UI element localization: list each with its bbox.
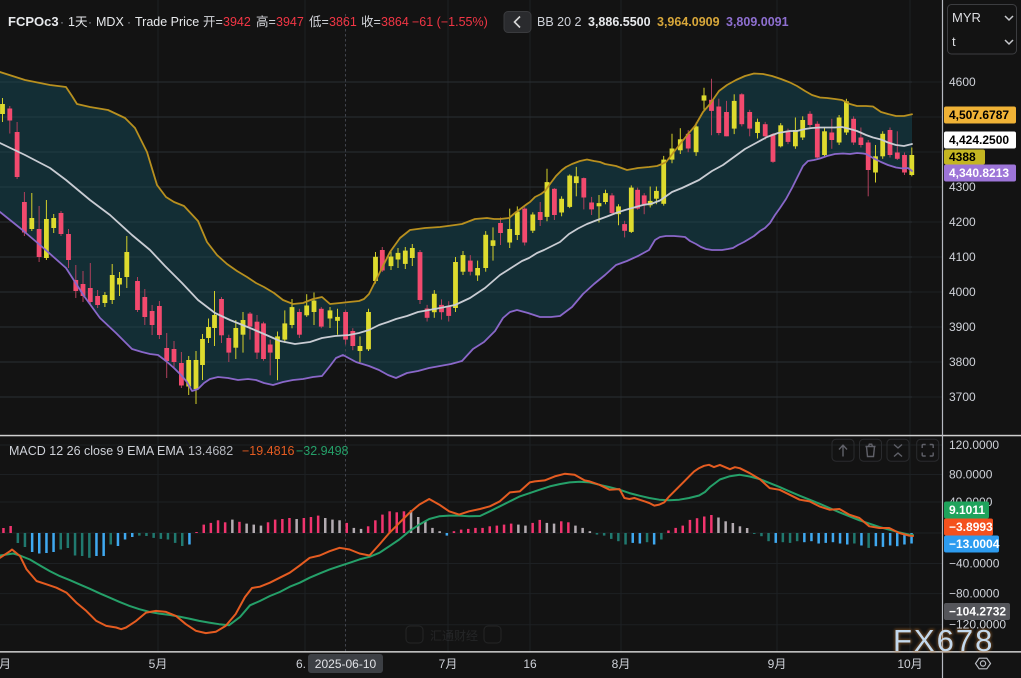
svg-text:120.0000: 120.0000 xyxy=(949,438,999,452)
svg-text:3800: 3800 xyxy=(949,355,976,369)
svg-text:t: t xyxy=(952,34,956,49)
svg-text:高=: 高= xyxy=(256,14,276,29)
svg-text:MACD 12 26 close 9 EMA EMA: MACD 12 26 close 9 EMA EMA xyxy=(9,444,185,458)
svg-text:−104.2732: −104.2732 xyxy=(949,605,1006,619)
svg-text:1天: 1天 xyxy=(68,15,88,29)
svg-text:5月: 5月 xyxy=(149,657,168,671)
svg-text:3864: 3864 xyxy=(381,15,409,29)
svg-text:9月: 9月 xyxy=(768,657,787,671)
svg-text:4200: 4200 xyxy=(949,215,976,229)
svg-text:3942: 3942 xyxy=(223,15,251,29)
svg-text:−32.9498: −32.9498 xyxy=(296,444,349,458)
svg-text:·: · xyxy=(60,15,64,29)
svg-text:4100: 4100 xyxy=(949,250,976,264)
svg-text:3947: 3947 xyxy=(276,15,304,29)
svg-text:9.1011: 9.1011 xyxy=(949,503,985,517)
svg-text:4,507.6787: 4,507.6787 xyxy=(949,108,1009,122)
svg-text:收=: 收= xyxy=(361,15,381,29)
svg-text:−13.0004: −13.0004 xyxy=(949,537,1000,551)
svg-text:6.: 6. xyxy=(296,657,306,671)
svg-text:−80.0000: −80.0000 xyxy=(949,587,1000,601)
svg-text:−61 (−1.55%): −61 (−1.55%) xyxy=(412,15,488,29)
svg-text:MYR: MYR xyxy=(952,10,981,25)
svg-text:·: · xyxy=(88,15,92,29)
svg-text:3,809.0091: 3,809.0091 xyxy=(726,15,789,29)
svg-text:4600: 4600 xyxy=(949,75,976,89)
svg-text:3,964.0909: 3,964.0909 xyxy=(657,15,720,29)
svg-text:80.0000: 80.0000 xyxy=(949,468,993,482)
svg-text:汇通财经: 汇通财经 xyxy=(430,629,478,643)
svg-text:·: · xyxy=(127,15,131,29)
svg-text:10月: 10月 xyxy=(897,657,922,671)
svg-text:−3.8993: −3.8993 xyxy=(949,520,993,534)
svg-text:−40.0000: −40.0000 xyxy=(949,557,1000,571)
svg-text:FCPOc3: FCPOc3 xyxy=(8,14,59,29)
svg-text:BB 20 2: BB 20 2 xyxy=(537,15,582,29)
svg-text:3900: 3900 xyxy=(949,320,976,334)
svg-text:3700: 3700 xyxy=(949,390,976,404)
svg-text:13.4682: 13.4682 xyxy=(188,444,233,458)
svg-text:16: 16 xyxy=(523,657,537,671)
svg-text:−19.4816: −19.4816 xyxy=(242,444,295,458)
svg-text:MDX: MDX xyxy=(96,15,124,29)
svg-text:3861: 3861 xyxy=(329,15,357,29)
svg-text:Trade Price: Trade Price xyxy=(135,15,199,29)
svg-text:4,424.2500: 4,424.2500 xyxy=(949,133,1009,147)
svg-text:4000: 4000 xyxy=(949,285,976,299)
svg-text:8月: 8月 xyxy=(612,657,631,671)
svg-text:7月: 7月 xyxy=(439,657,458,671)
svg-text:开=: 开= xyxy=(203,15,223,29)
svg-text:月: 月 xyxy=(0,657,11,671)
svg-text:4,340.8213: 4,340.8213 xyxy=(949,166,1009,180)
svg-text:4300: 4300 xyxy=(949,180,976,194)
svg-text:2025-06-10: 2025-06-10 xyxy=(315,657,377,671)
svg-text:3,886.5500: 3,886.5500 xyxy=(588,15,651,29)
svg-text:4388: 4388 xyxy=(949,150,976,164)
svg-text:低=: 低= xyxy=(309,15,329,29)
